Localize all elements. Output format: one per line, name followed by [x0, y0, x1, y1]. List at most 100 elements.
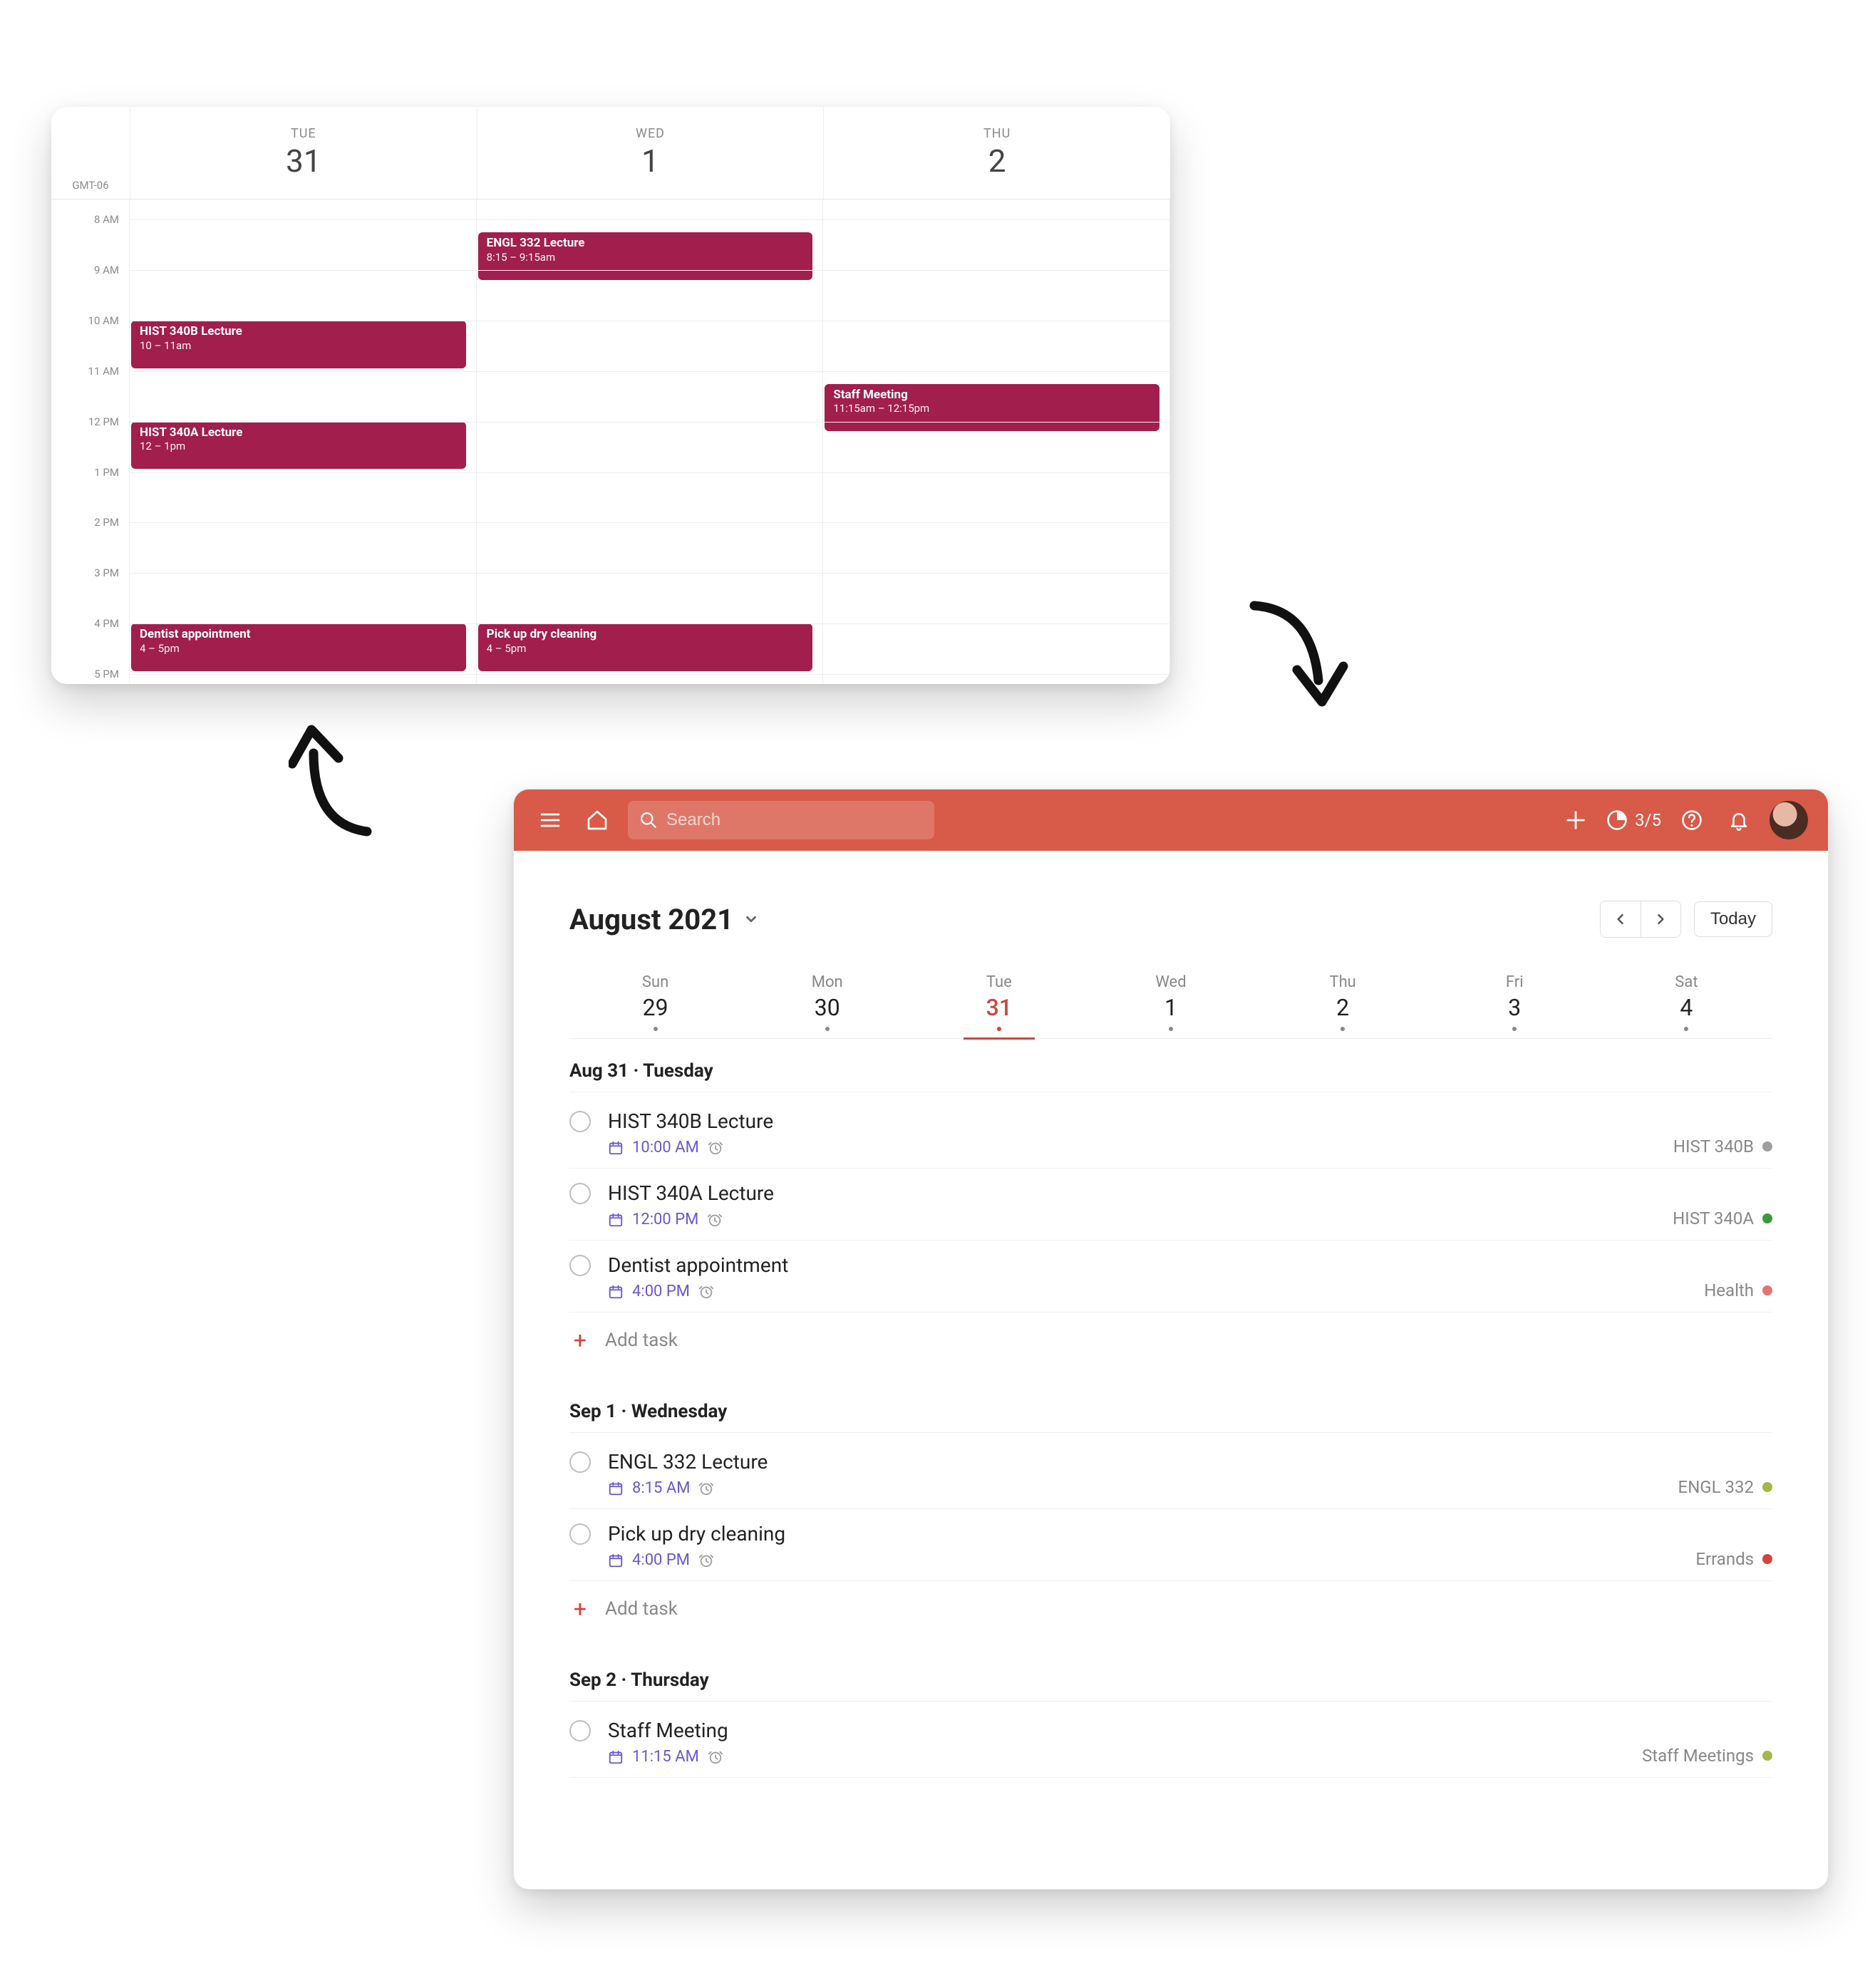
calendar-icon [608, 1553, 624, 1568]
gcal-hour-label: 3 PM [94, 566, 119, 579]
task-checkbox[interactable] [569, 1183, 591, 1204]
productivity-icon [1606, 809, 1628, 831]
week-day-dot-icon [1684, 1027, 1688, 1031]
week-day-dow: Tue [986, 973, 1012, 991]
calendar-event[interactable]: HIST 340A Lecture12 – 1pm [131, 422, 466, 470]
task-row[interactable]: ENGL 332 Lecture8:15 AMENGL 332 [569, 1437, 1772, 1509]
gcal-hour-label: 9 AM [94, 264, 119, 276]
task-row[interactable]: Dentist appointment4:00 PMHealth [569, 1241, 1772, 1313]
gcal-hour-label: 5 PM [94, 668, 119, 680]
gcal-daynum: 2 [988, 143, 1006, 180]
task-row[interactable]: HIST 340B Lecture10:00 AMHIST 340B [569, 1097, 1772, 1169]
home-icon [586, 809, 609, 832]
week-day[interactable]: Sun29 [569, 973, 741, 1031]
calendar-event[interactable]: Staff Meeting11:15am – 12:15pm [825, 384, 1159, 432]
gcal-day-column-tue[interactable]: HIST 340B Lecture10 – 11am HIST 340A Lect… [130, 200, 477, 684]
calendar-icon [608, 1140, 624, 1156]
week-day-num: 30 [815, 994, 840, 1021]
today-button[interactable]: Today [1694, 901, 1772, 937]
task-time: 4:00 PM [632, 1551, 690, 1569]
prev-week-button[interactable] [1601, 901, 1641, 937]
left-accent-band [0, 0, 51, 1988]
gcal-dow: TUE [291, 126, 316, 141]
gcal-day-header[interactable]: TUE 31 [130, 107, 477, 199]
calendar-event[interactable]: Dentist appointment4 – 5pm [131, 623, 466, 671]
week-day[interactable]: Wed1 [1085, 973, 1256, 1031]
task-checkbox[interactable] [569, 1255, 591, 1276]
task-checkbox[interactable] [569, 1451, 591, 1473]
event-time: 10 – 11am [140, 339, 191, 352]
event-time: 11:15am – 12:15pm [833, 402, 929, 415]
task-row[interactable]: Staff Meeting11:15 AMStaff Meetings [569, 1706, 1772, 1778]
task-meta: 4:00 PM [608, 1283, 1772, 1300]
plus-icon: + [569, 1327, 591, 1354]
menu-button[interactable] [534, 804, 567, 837]
gcal-day-header[interactable]: WED 1 [477, 107, 824, 199]
month-title-button[interactable]: August 2021 [569, 903, 759, 936]
task-project[interactable]: ENGL 332 [1678, 1477, 1772, 1497]
task-checkbox[interactable] [569, 1720, 591, 1741]
week-day[interactable]: Tue31 [913, 973, 1085, 1031]
search-input[interactable] [666, 810, 923, 830]
task-name: Pick up dry cleaning [608, 1522, 1772, 1546]
task-meta: 8:15 AM [608, 1479, 1772, 1497]
calendar-event[interactable]: Pick up dry cleaning4 – 5pm [478, 623, 813, 671]
task-main: Staff Meeting11:15 AM [608, 1719, 1772, 1766]
add-button[interactable] [1559, 804, 1592, 837]
gcal-hour-label: 11 AM [88, 365, 119, 378]
task-main: Pick up dry cleaning 4:00 PM [608, 1522, 1772, 1569]
month-title: August 2021 [569, 903, 733, 936]
add-task-button[interactable]: +Add task [569, 1313, 1772, 1394]
arrow-from-calendar-icon [289, 714, 385, 842]
gcal-day-column-thu[interactable]: Staff Meeting11:15am – 12:15pm [823, 200, 1170, 684]
task-checkbox[interactable] [569, 1111, 591, 1132]
home-button[interactable] [581, 804, 614, 837]
gcal-dow: WED [636, 126, 665, 141]
task-row[interactable]: HIST 340A Lecture 12:00 PMHIST 340A [569, 1169, 1772, 1241]
calendar-icon [608, 1284, 624, 1300]
week-day-dot-icon [654, 1027, 658, 1031]
avatar[interactable] [1770, 801, 1808, 839]
task-row[interactable]: Pick up dry cleaning 4:00 PM Errands [569, 1509, 1772, 1581]
week-day-dow: Wed [1155, 973, 1186, 991]
task-checkbox[interactable] [569, 1523, 591, 1545]
alarm-icon [698, 1284, 714, 1300]
task-name: HIST 340A Lecture [608, 1181, 1772, 1205]
week-day[interactable]: Thu2 [1257, 973, 1429, 1031]
next-week-button[interactable] [1641, 901, 1680, 937]
event-title: HIST 340B Lecture [140, 325, 459, 339]
project-color-dot-icon [1762, 1141, 1772, 1151]
gcal-header: GMT-06 TUE 31 WED 1 THU 2 [51, 107, 1170, 200]
task-main: HIST 340A Lecture 12:00 PM [608, 1181, 1772, 1228]
task-project[interactable]: Errands [1695, 1549, 1772, 1569]
calendar-icon [608, 1481, 624, 1496]
todoist-content: August 2021 Today Sun29Mon30Tue31Wed1Thu… [514, 851, 1828, 1889]
help-icon [1681, 809, 1703, 831]
week-day-dot-icon [1340, 1027, 1345, 1031]
task-project-name: Staff Meetings [1642, 1746, 1754, 1766]
week-day[interactable]: Mon30 [741, 973, 913, 1031]
event-title: ENGL 332 Lecture [487, 237, 806, 251]
task-meta: 12:00 PM [608, 1211, 1772, 1228]
task-project[interactable]: Health [1704, 1280, 1772, 1300]
task-project[interactable]: HIST 340A [1673, 1208, 1772, 1228]
week-day[interactable]: Fri3 [1429, 973, 1601, 1031]
project-color-dot-icon [1762, 1751, 1772, 1761]
calendar-event[interactable]: HIST 340B Lecture10 – 11am [131, 321, 466, 368]
gcal-day-column-wed[interactable]: ENGL 332 Lecture8:15 – 9:15am Pick up dry… [477, 200, 824, 684]
add-task-button[interactable]: +Add task [569, 1581, 1772, 1662]
notifications-button[interactable] [1722, 804, 1755, 837]
task-project[interactable]: HIST 340B [1673, 1137, 1772, 1156]
project-color-dot-icon [1762, 1285, 1772, 1295]
productivity-button[interactable]: 3/5 [1606, 804, 1661, 837]
week-day-dot-icon [825, 1027, 830, 1031]
week-day[interactable]: Sat4 [1601, 973, 1772, 1031]
help-button[interactable] [1675, 804, 1708, 837]
calendar-event[interactable]: ENGL 332 Lecture8:15 – 9:15am [478, 232, 813, 280]
menu-icon [539, 809, 562, 832]
gcal-day-header[interactable]: THU 2 [823, 107, 1170, 199]
search-box[interactable] [628, 801, 934, 839]
task-project[interactable]: Staff Meetings [1642, 1746, 1772, 1766]
alarm-icon [708, 1749, 723, 1765]
week-nav [1600, 901, 1681, 938]
